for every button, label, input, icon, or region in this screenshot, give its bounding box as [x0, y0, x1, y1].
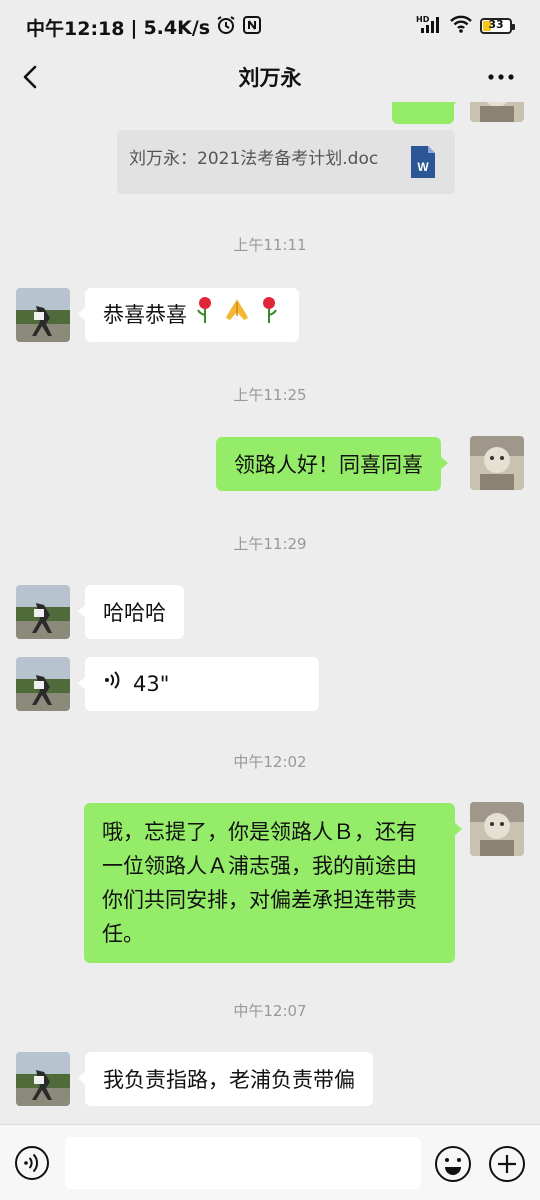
voice-duration: 43"	[133, 672, 170, 696]
timestamp: 中午12:02	[233, 753, 307, 771]
status-right: HD 33	[416, 14, 515, 38]
timestamp: 中午12:07	[233, 1002, 307, 1020]
message-bubble-haha[interactable]: 哈哈哈	[78, 585, 184, 639]
voice-wave-icon	[103, 667, 123, 701]
chat-header: 刘万永	[0, 52, 540, 102]
my-avatar[interactable]	[470, 436, 524, 490]
contact-avatar[interactable]	[16, 288, 70, 342]
battery-icon: 33	[480, 18, 515, 34]
emoji-icon[interactable]	[434, 1145, 472, 1183]
file-message-text: 刘万永：2021法考备考计划.doc	[129, 149, 379, 169]
message-line: 一位领路人Ａ浦志强，我的前途由	[102, 854, 417, 878]
input-bar	[0, 1124, 540, 1200]
contact-avatar[interactable]	[16, 585, 70, 639]
status-bar: 中午12:18 | 5.4K/s HD 33	[0, 0, 540, 52]
my-avatar[interactable]	[470, 102, 524, 122]
battery-level: 33	[488, 18, 504, 31]
chat-title: 刘万永	[238, 66, 302, 90]
plus-icon[interactable]	[488, 1145, 526, 1183]
message-bubble-last[interactable]: 我负责指路，老浦负责带偏	[78, 1052, 373, 1106]
message-line: 你们共同安排，对偏差承担连带责	[102, 888, 417, 912]
timestamp: 上午11:11	[233, 236, 307, 254]
status-left: 中午12:18 | 5.4K/s	[26, 14, 262, 41]
signal-icon: HD	[416, 14, 442, 38]
message-text: 哈哈哈	[103, 601, 166, 625]
message-input[interactable]	[65, 1137, 421, 1189]
message-text: 我负责指路，老浦负责带偏	[103, 1068, 355, 1092]
contact-avatar[interactable]	[16, 1052, 70, 1106]
rose-icon	[193, 295, 217, 335]
file-message-card[interactable]: 刘万永：2021法考备考计划.doc W	[117, 130, 455, 194]
message-bubble-congrats[interactable]: 恭喜恭喜	[78, 288, 299, 342]
word-file-icon: W	[409, 144, 437, 184]
message-line: 任。	[102, 922, 144, 946]
more-dots-icon[interactable]	[486, 62, 516, 92]
message-line: 哦，忘提了，你是领路人Ｂ，还有	[102, 820, 417, 844]
praying-hands-icon	[223, 296, 251, 334]
message-text: 恭喜恭喜	[103, 303, 187, 327]
message-text: 领路人好！同喜同喜	[234, 453, 423, 477]
my-avatar[interactable]	[470, 802, 524, 856]
nfc-icon	[242, 15, 262, 40]
timestamp: 上午11:29	[233, 535, 307, 553]
previous-message-bubble[interactable]	[392, 102, 461, 124]
status-net-speed: 5.4K/s	[143, 16, 211, 39]
status-separator: |	[130, 16, 138, 39]
message-bubble-reply[interactable]: 领路人好！同喜同喜	[216, 437, 448, 491]
alarm-icon	[216, 15, 236, 40]
voice-message-bubble[interactable]: 43"	[78, 657, 319, 711]
message-bubble-long[interactable]: 哦，忘提了，你是领路人Ｂ，还有 一位领路人Ａ浦志强，我的前途由 你们共同安排，对…	[84, 803, 462, 963]
svg-text:W: W	[417, 160, 429, 174]
timestamp: 上午11:25	[233, 386, 307, 404]
network-type-label: HD	[416, 15, 430, 24]
chat-area[interactable]: 刘万永：2021法考备考计划.doc W 上午11:11 恭喜恭喜 上午11:2…	[0, 102, 540, 1124]
wifi-icon	[449, 14, 473, 38]
rose-icon	[257, 295, 281, 335]
contact-avatar[interactable]	[16, 657, 70, 711]
status-time: 中午12:18	[26, 18, 125, 40]
voice-input-icon[interactable]	[14, 1145, 50, 1181]
